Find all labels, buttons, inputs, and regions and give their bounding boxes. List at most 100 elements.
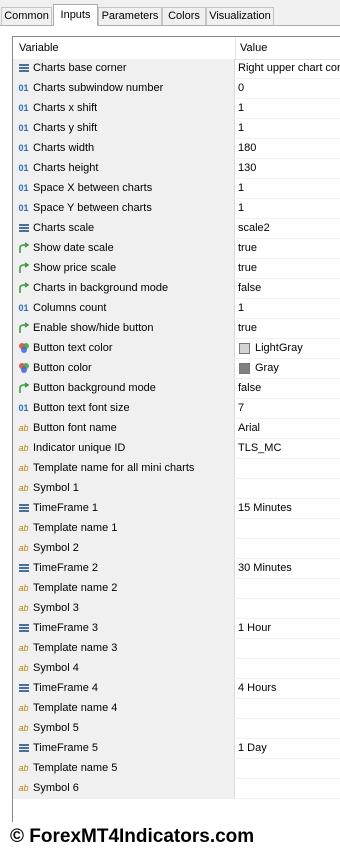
input-row[interactable]: TimeFrame 1 15 Minutes xyxy=(13,499,340,519)
tab-parameters[interactable]: Parameters xyxy=(98,7,162,25)
input-row[interactable]: ab Template name 4 xyxy=(13,699,340,719)
input-row[interactable]: Enable show/hide button true xyxy=(13,319,340,339)
input-row[interactable]: ab Template name 3 xyxy=(13,639,340,659)
input-value[interactable]: LightGray xyxy=(255,342,303,354)
input-value[interactable]: scale2 xyxy=(238,222,270,234)
input-name-cell: ab Template name 5 xyxy=(13,759,235,778)
input-row[interactable]: ab Symbol 3 xyxy=(13,599,340,619)
input-name-label: Charts base corner xyxy=(33,62,127,74)
input-row[interactable]: 01 Button text font size 7 xyxy=(13,399,340,419)
string-icon: ab xyxy=(18,703,29,713)
input-name-label: Show date scale xyxy=(33,242,114,254)
input-row[interactable]: ab Template name 2 xyxy=(13,579,340,599)
input-row[interactable]: ab Symbol 5 xyxy=(13,719,340,739)
input-name-cell: ab Template name 3 xyxy=(13,639,235,658)
input-value[interactable]: 4 Hours xyxy=(238,682,277,694)
integer-icon: 01 xyxy=(18,143,29,153)
input-name-cell: 01 Charts height xyxy=(13,159,235,178)
input-name-label: Show price scale xyxy=(33,262,117,274)
input-value[interactable]: 1 Day xyxy=(238,742,267,754)
input-row[interactable]: 01 Space Y between charts 1 xyxy=(13,199,340,219)
input-value[interactable]: false xyxy=(238,382,261,394)
string-icon: ab xyxy=(18,483,29,493)
input-value[interactable]: 30 Minutes xyxy=(238,562,292,574)
input-row[interactable]: TimeFrame 2 30 Minutes xyxy=(13,559,340,579)
input-row[interactable]: Show price scale true xyxy=(13,259,340,279)
input-value[interactable]: 180 xyxy=(238,142,256,154)
input-row[interactable]: ab Template name 1 xyxy=(13,519,340,539)
color-swatch[interactable] xyxy=(239,363,250,374)
input-name-cell: 01 Charts width xyxy=(13,139,235,158)
color-icon xyxy=(17,341,30,355)
input-value[interactable]: true xyxy=(238,322,257,334)
input-value[interactable]: 0 xyxy=(238,82,244,94)
input-value[interactable]: 1 xyxy=(238,182,244,194)
input-row[interactable]: ab Symbol 4 xyxy=(13,659,340,679)
input-row[interactable]: Button color Gray xyxy=(13,359,340,379)
input-row[interactable]: 01 Charts height 130 xyxy=(13,159,340,179)
column-header-variable[interactable]: Variable xyxy=(19,42,59,54)
tab-colors[interactable]: Colors xyxy=(162,7,206,25)
input-value[interactable]: Gray xyxy=(255,362,279,374)
input-row[interactable]: Charts base corner Right upper chart corn… xyxy=(13,59,340,79)
input-row[interactable]: 01 Space X between charts 1 xyxy=(13,179,340,199)
enumeration-icon xyxy=(17,221,30,235)
color-swatch[interactable] xyxy=(239,343,250,354)
column-header-value[interactable]: Value xyxy=(240,42,267,54)
input-name-label: Symbol 3 xyxy=(33,602,79,614)
input-value[interactable]: 7 xyxy=(238,402,244,414)
input-value[interactable]: true xyxy=(238,262,257,274)
input-value[interactable]: 1 Hour xyxy=(238,622,271,634)
input-name-label: Space Y between charts xyxy=(33,202,152,214)
input-row[interactable]: TimeFrame 3 1 Hour xyxy=(13,619,340,639)
input-row[interactable]: 01 Charts x shift 1 xyxy=(13,99,340,119)
input-value[interactable]: 1 xyxy=(238,202,244,214)
input-name-cell: 01 Space X between charts xyxy=(13,179,235,198)
input-name-label: Template name for all mini charts xyxy=(33,462,195,474)
input-value[interactable]: false xyxy=(238,282,261,294)
watermark-text: © ForexMT4Indicators.com xyxy=(10,826,255,847)
input-row[interactable]: 01 Charts width 180 xyxy=(13,139,340,159)
column-separator[interactable] xyxy=(235,37,236,59)
integer-icon: 01 xyxy=(18,123,29,133)
tab-visualization[interactable]: Visualization xyxy=(206,7,274,25)
enumeration-icon xyxy=(17,561,30,575)
input-row[interactable]: Show date scale true xyxy=(13,239,340,259)
input-row[interactable]: 01 Charts subwindow number 0 xyxy=(13,79,340,99)
input-value[interactable]: 15 Minutes xyxy=(238,502,292,514)
tab-inputs[interactable]: Inputs xyxy=(53,4,98,26)
input-name-cell: TimeFrame 2 xyxy=(13,559,235,578)
tab-common[interactable]: Common xyxy=(1,7,52,25)
input-row[interactable]: ab Indicator unique ID TLS_MC xyxy=(13,439,340,459)
grid-header: Variable Value xyxy=(13,37,340,60)
input-row[interactable]: ab Template name for all mini charts xyxy=(13,459,340,479)
input-value[interactable]: 1 xyxy=(238,122,244,134)
input-row[interactable]: TimeFrame 4 4 Hours xyxy=(13,679,340,699)
input-row[interactable]: ab Symbol 1 xyxy=(13,479,340,499)
input-value[interactable]: 1 xyxy=(238,302,244,314)
input-name-cell: 01 Space Y between charts xyxy=(13,199,235,218)
input-value[interactable]: Arial xyxy=(238,422,260,434)
input-name-cell: Button color xyxy=(13,359,235,378)
input-value[interactable]: 1 xyxy=(238,102,244,114)
color-icon xyxy=(17,361,30,375)
input-row[interactable]: ab Symbol 6 xyxy=(13,779,340,799)
input-value[interactable]: true xyxy=(238,242,257,254)
input-row[interactable]: Charts in background mode false xyxy=(13,279,340,299)
input-row[interactable]: Button text color LightGray xyxy=(13,339,340,359)
input-row[interactable]: ab Symbol 2 xyxy=(13,539,340,559)
integer-icon: 01 xyxy=(18,203,29,213)
input-value[interactable]: TLS_MC xyxy=(238,442,281,454)
input-row[interactable]: ab Button font name Arial xyxy=(13,419,340,439)
input-name-cell: ab Template name for all mini charts xyxy=(13,459,235,478)
input-row[interactable]: Button background mode false xyxy=(13,379,340,399)
input-row[interactable]: 01 Columns count 1 xyxy=(13,299,340,319)
input-name-cell: Charts in background mode xyxy=(13,279,235,298)
input-row[interactable]: Charts scale scale2 xyxy=(13,219,340,239)
input-row[interactable]: ab Template name 5 xyxy=(13,759,340,779)
input-value[interactable]: 130 xyxy=(238,162,256,174)
input-row[interactable]: TimeFrame 5 1 Day xyxy=(13,739,340,759)
input-value[interactable]: Right upper chart corner xyxy=(238,62,340,74)
input-row[interactable]: 01 Charts y shift 1 xyxy=(13,119,340,139)
input-name-cell: Button text color xyxy=(13,339,235,358)
